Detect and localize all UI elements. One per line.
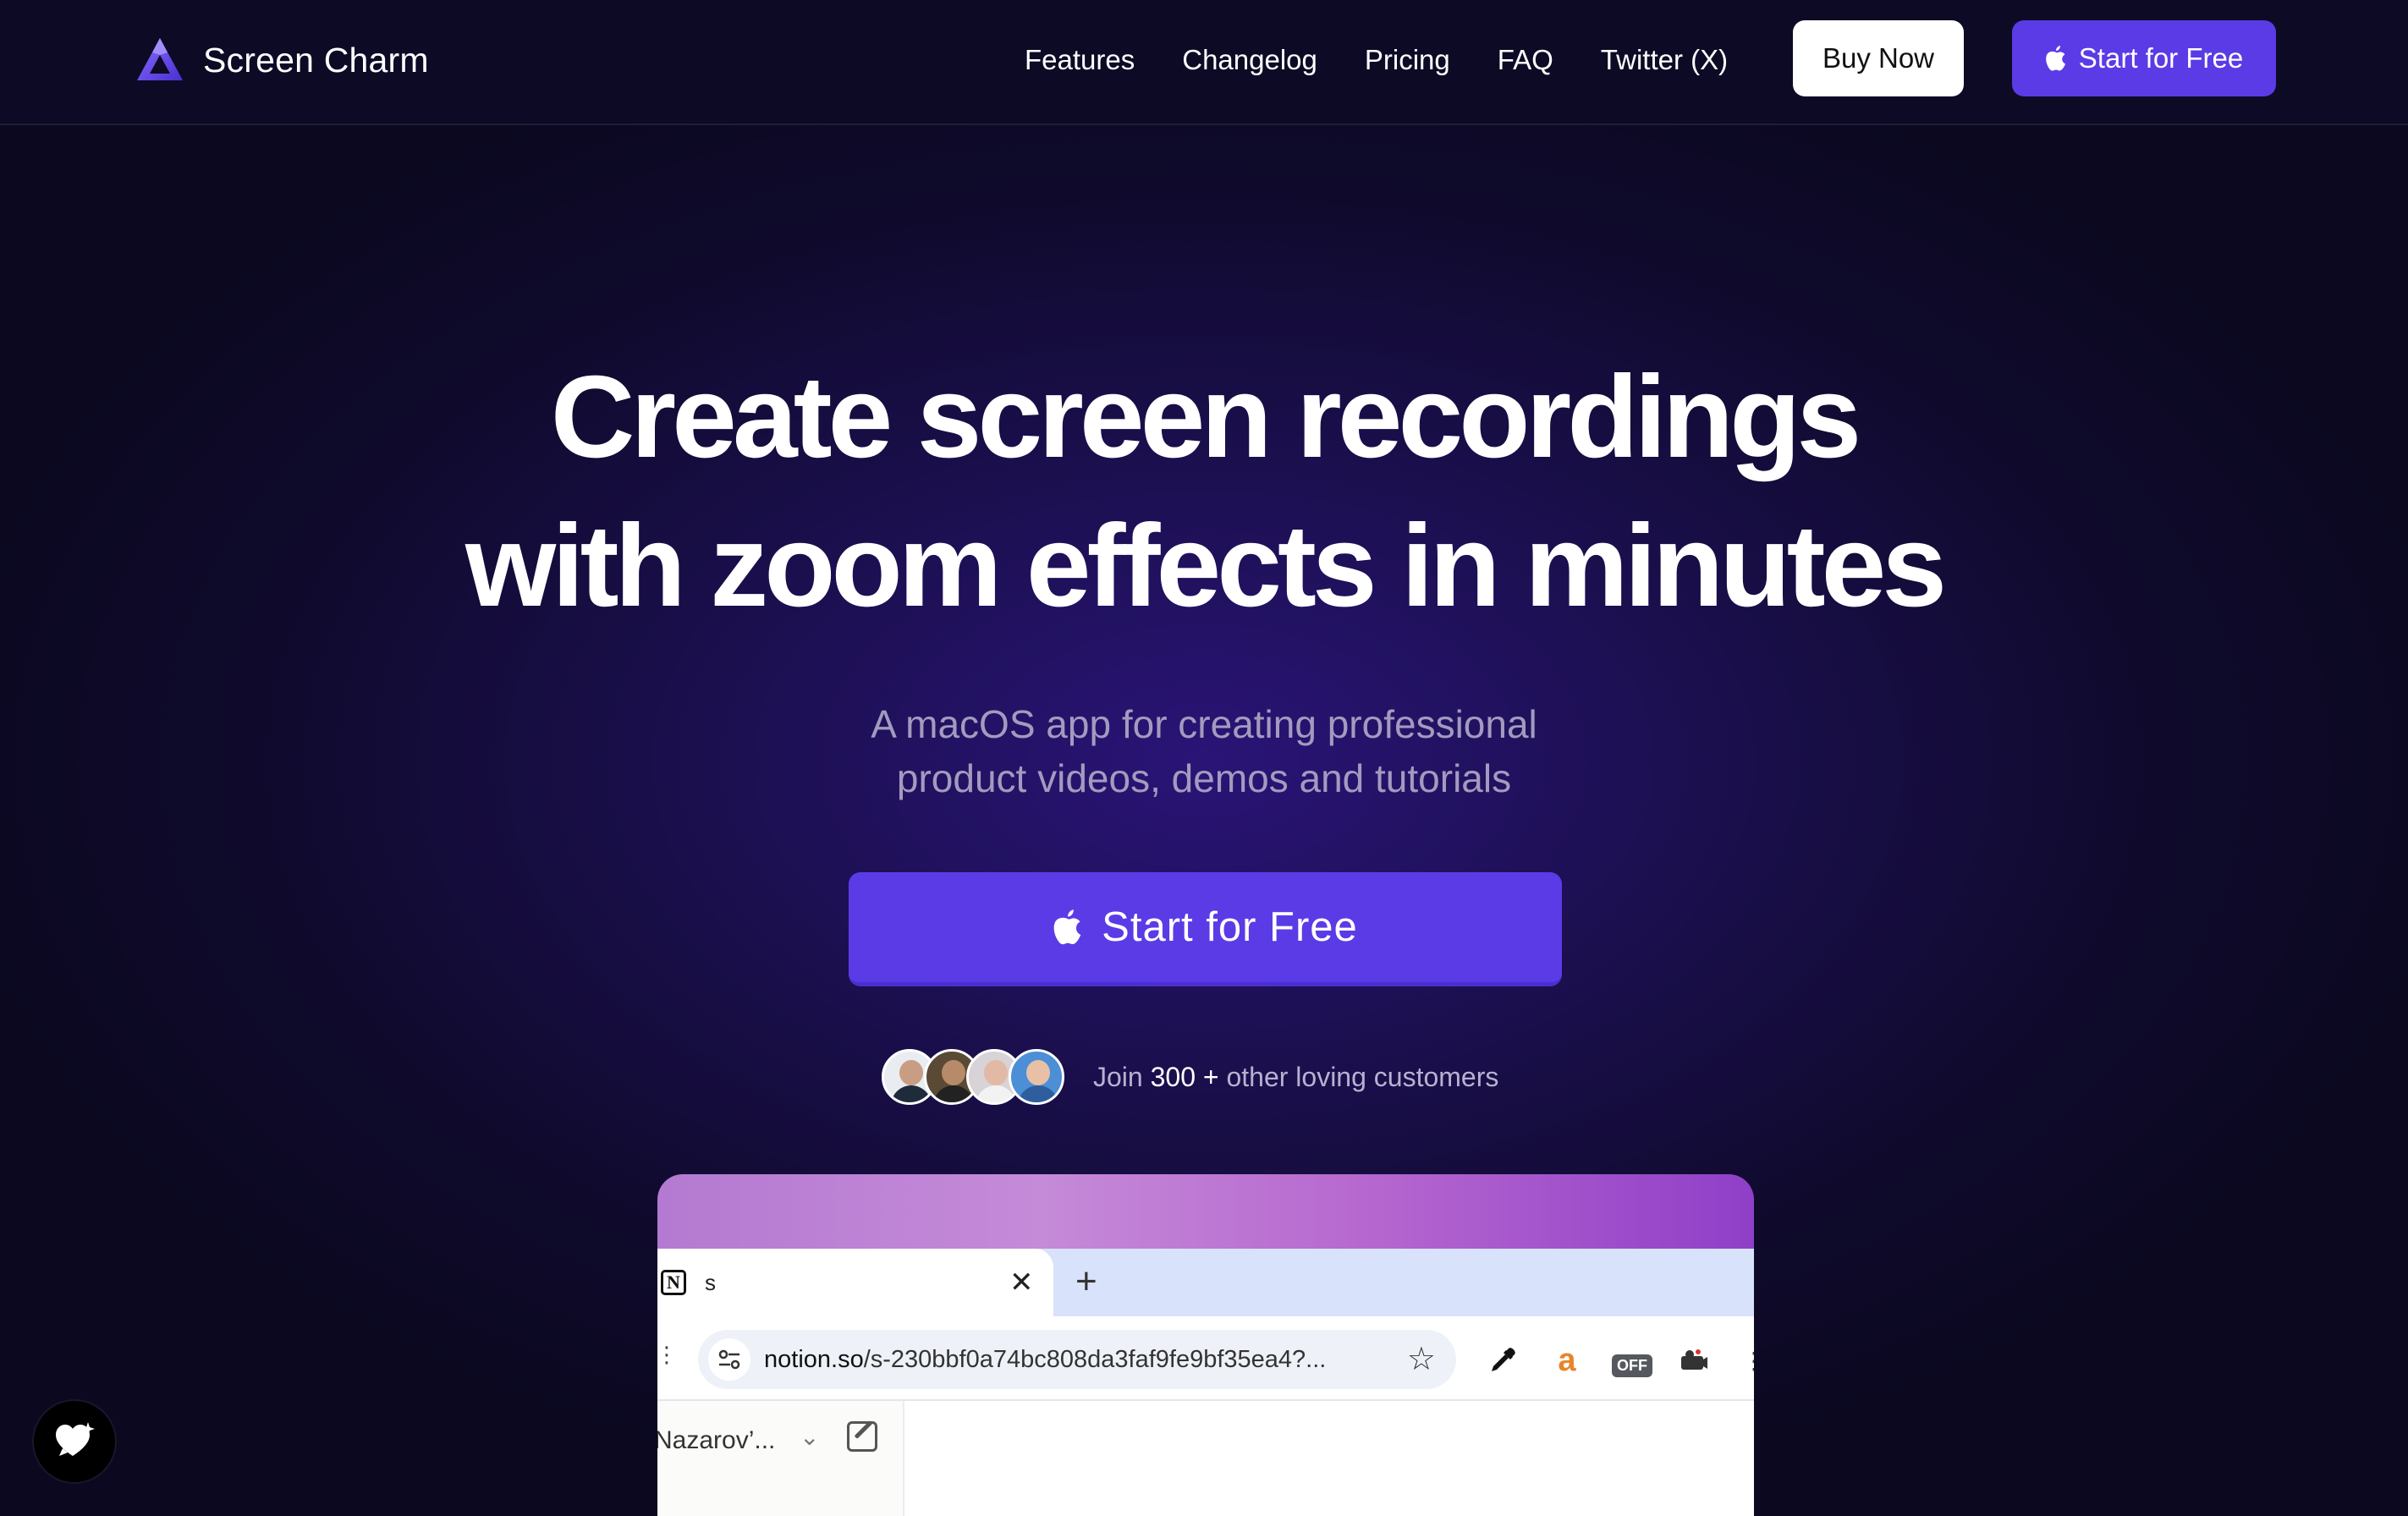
star-icon[interactable]: ☆ <box>1407 1342 1436 1377</box>
hero-subtitle: A macOS app for creating professional pr… <box>0 697 2408 805</box>
url-text: notion.so/s-230bbf0a74bc808da3faf9fe9bf3… <box>764 1345 1327 1373</box>
triangle-logo-icon <box>137 38 183 80</box>
browser-toolbar: ⋮ notion.so/s-230bbf0a74bc808da3faf9fe9b… <box>657 1316 1754 1401</box>
buy-now-button[interactable]: Buy Now <box>1793 20 1964 96</box>
social-prefix: Join <box>1093 1061 1151 1092</box>
notion-page: Nazarov’... ⌄ <box>657 1401 1754 1516</box>
new-page-icon[interactable] <box>847 1421 877 1452</box>
nav-start-free-button[interactable]: Start for Free <box>2012 20 2276 96</box>
nav-link-features[interactable]: Features <box>1025 44 1135 76</box>
brand[interactable]: Screen Charm <box>135 34 429 86</box>
avatar <box>1009 1049 1064 1105</box>
new-tab-icon[interactable]: + <box>1075 1261 1097 1303</box>
tab-title: s <box>705 1269 716 1295</box>
hero-start-free-label: Start for Free <box>1102 904 1358 950</box>
hero-title-line-1: Create screen recordings <box>550 352 1861 482</box>
chat-heart-icon <box>56 1422 95 1456</box>
browser-window: N s ✕ + ⋮ notion.so/s-230bbf0a74bc808da3… <box>657 1249 1754 1516</box>
social-proof: Join 300 + other loving customers <box>882 1049 1498 1105</box>
landing-page: Screen Charm Features Changelog Pricing … <box>0 0 2408 1516</box>
eyedropper-icon[interactable] <box>1488 1342 1517 1379</box>
off-badge: OFF <box>1612 1354 1652 1377</box>
more-icon[interactable]: ⋮ <box>657 1342 678 1376</box>
hero-title: Create screen recordings with zoom effec… <box>0 343 2408 640</box>
hero-start-free-button[interactable]: Start for Free <box>849 872 1562 986</box>
site-settings-icon[interactable] <box>708 1338 750 1381</box>
nav-link-changelog[interactable]: Changelog <box>1182 44 1317 76</box>
buy-now-label: Buy Now <box>1822 42 1935 74</box>
hero-subtitle-line-2: product videos, demos and tutorials <box>896 756 1512 800</box>
apple-icon <box>1053 909 1081 945</box>
customer-avatars <box>882 1049 1064 1105</box>
notion-icon: N <box>661 1270 686 1295</box>
product-preview: N s ✕ + ⋮ notion.so/s-230bbf0a74bc808da3… <box>657 1174 1754 1516</box>
address-bar[interactable]: notion.so/s-230bbf0a74bc808da3faf9fe9bf3… <box>698 1330 1456 1389</box>
camera-icon[interactable] <box>1680 1342 1708 1379</box>
workspace-name[interactable]: Nazarov’... <box>657 1426 775 1455</box>
brand-name: Screen Charm <box>203 40 429 80</box>
notion-sidebar: Nazarov’... ⌄ <box>657 1401 904 1516</box>
chevron-down-icon[interactable]: ⌄ <box>800 1423 819 1451</box>
nav-link-pricing[interactable]: Pricing <box>1365 44 1450 76</box>
nav-links: Features Changelog Pricing FAQ Twitter (… <box>1025 34 1728 86</box>
nav-link-faq[interactable]: FAQ <box>1498 44 1553 76</box>
top-navigation: Screen Charm Features Changelog Pricing … <box>0 0 2408 125</box>
chat-widget-button[interactable] <box>34 1401 115 1482</box>
extension-off-icon[interactable]: OFF <box>1612 1347 1652 1384</box>
hero-title-line-2: with zoom effects in minutes <box>465 501 1947 631</box>
more-icon[interactable]: ⋮ <box>1742 1342 1754 1379</box>
browser-tab[interactable]: N s ✕ <box>657 1249 1053 1316</box>
nav-link-twitter[interactable]: Twitter (X) <box>1601 44 1728 76</box>
customer-count: 300 + <box>1150 1061 1219 1092</box>
nav-start-free-label: Start for Free <box>2078 42 2244 74</box>
social-suffix: other loving customers <box>1218 1061 1499 1092</box>
amazon-icon[interactable]: a <box>1551 1342 1583 1379</box>
hero-subtitle-line-1: A macOS app for creating professional <box>871 702 1537 746</box>
social-proof-text: Join 300 + other loving customers <box>1093 1062 1498 1093</box>
apple-icon <box>2045 46 2065 71</box>
close-icon[interactable]: ✕ <box>1009 1266 1034 1299</box>
